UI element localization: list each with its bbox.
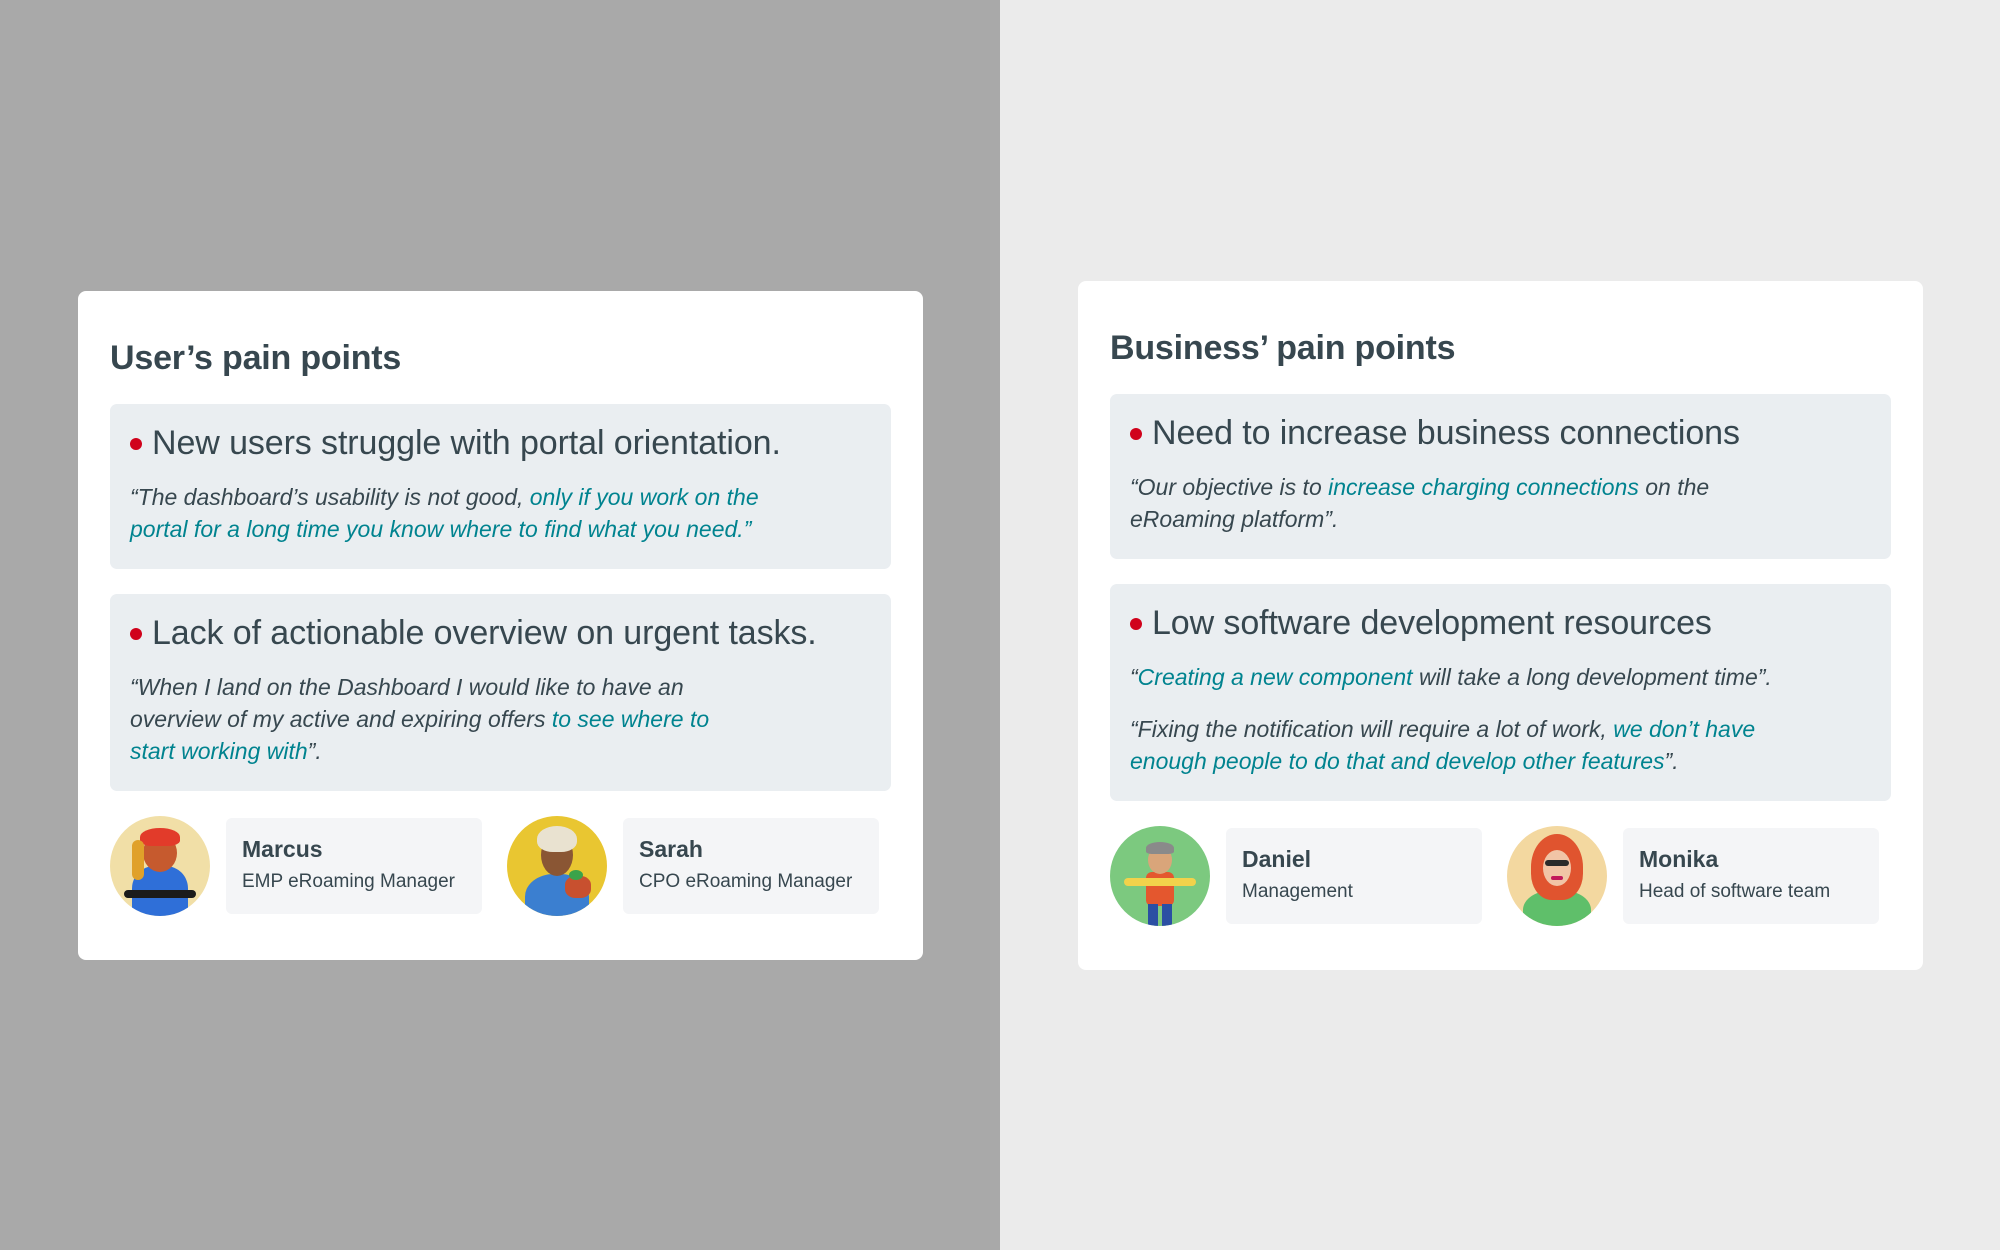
card-title: Business’ pain points [1110,329,1456,367]
quote-text: “Our objective is to [1130,474,1329,500]
pain-point-heading-row: Low software development resources [1130,604,1871,643]
persona-info: Daniel Management [1226,828,1482,924]
bullet-icon [130,627,142,640]
persona-name: Monika [1639,846,1719,872]
quote: “Fixing the notification will require a … [1130,713,1790,777]
persona-info: Sarah CPO eRoaming Manager [623,818,879,914]
pain-point-heading: Low software development resources [1152,604,1712,642]
persona-daniel: Daniel Management [1110,826,1482,926]
pain-point-heading-row: Lack of actionable overview on urgent ta… [130,614,871,653]
bullet-icon [130,437,142,450]
quote: “Our objective is to increase charging c… [1130,471,1750,535]
quote-text: ”. [307,738,322,764]
pain-point-heading: Need to increase business connections [1152,414,1740,452]
pain-point: Low software development resources “Crea… [1110,584,1891,801]
persona-info: Marcus EMP eRoaming Manager [226,818,482,914]
persona-sarah: Sarah CPO eRoaming Manager [507,816,879,916]
person-illustration-icon [1507,826,1607,926]
quote-text: “ [1130,664,1138,690]
quote: “When I land on the Dashboard I would li… [130,671,730,767]
quote-text: “Fixing the notification will require a … [1130,716,1614,742]
quote-text: will take a long development time”. [1412,664,1772,690]
quote-text: “The dashboard’s usability is not good, [130,484,530,510]
personas-row: Marcus EMP eRoaming Manager Sarah CPO eR… [110,816,891,916]
persona-name: Daniel [1242,846,1312,872]
persona-marcus: Marcus EMP eRoaming Manager [110,816,482,916]
pain-point: Lack of actionable overview on urgent ta… [110,594,891,791]
users-pain-points-card: User’s pain points New users struggle wi… [78,291,923,960]
pain-point-heading-row: New users struggle with portal orientati… [130,424,871,463]
pain-point-heading-row: Need to increase business connections [1130,414,1871,453]
quote: “Creating a new component will take a lo… [1130,661,1830,693]
persona-role: CPO eRoaming Manager [639,871,853,892]
quote: “The dashboard’s usability is not good, … [130,481,780,545]
card-title: User’s pain points [110,339,402,377]
persona-name: Marcus [242,836,323,862]
bullet-icon [1130,427,1142,440]
persona-info: Monika Head of software team [1623,828,1879,924]
persona-name: Sarah [639,836,703,862]
persona-role: Head of software team [1639,881,1831,902]
pain-point: Need to increase business connections “O… [1110,394,1891,559]
person-illustration-icon [507,816,607,916]
persona-role: Management [1242,881,1353,902]
person-illustration-icon [110,816,210,916]
persona-role: EMP eRoaming Manager [242,871,455,892]
bullet-icon [1130,617,1142,630]
quote-highlight: increase charging connections [1328,474,1639,500]
persona-monika: Monika Head of software team [1507,826,1879,926]
quote-highlight: Creating a new component [1137,664,1413,690]
business-pain-points-card: Business’ pain points Need to increase b… [1078,281,1923,970]
personas-row: Daniel Management Monika Head of softwar… [1110,826,1891,926]
quote-text: ”. [1664,748,1679,774]
pain-point: New users struggle with portal orientati… [110,404,891,569]
pain-point-heading: New users struggle with portal orientati… [152,424,781,462]
pain-point-heading: Lack of actionable overview on urgent ta… [152,614,817,652]
person-illustration-icon [1110,826,1210,926]
